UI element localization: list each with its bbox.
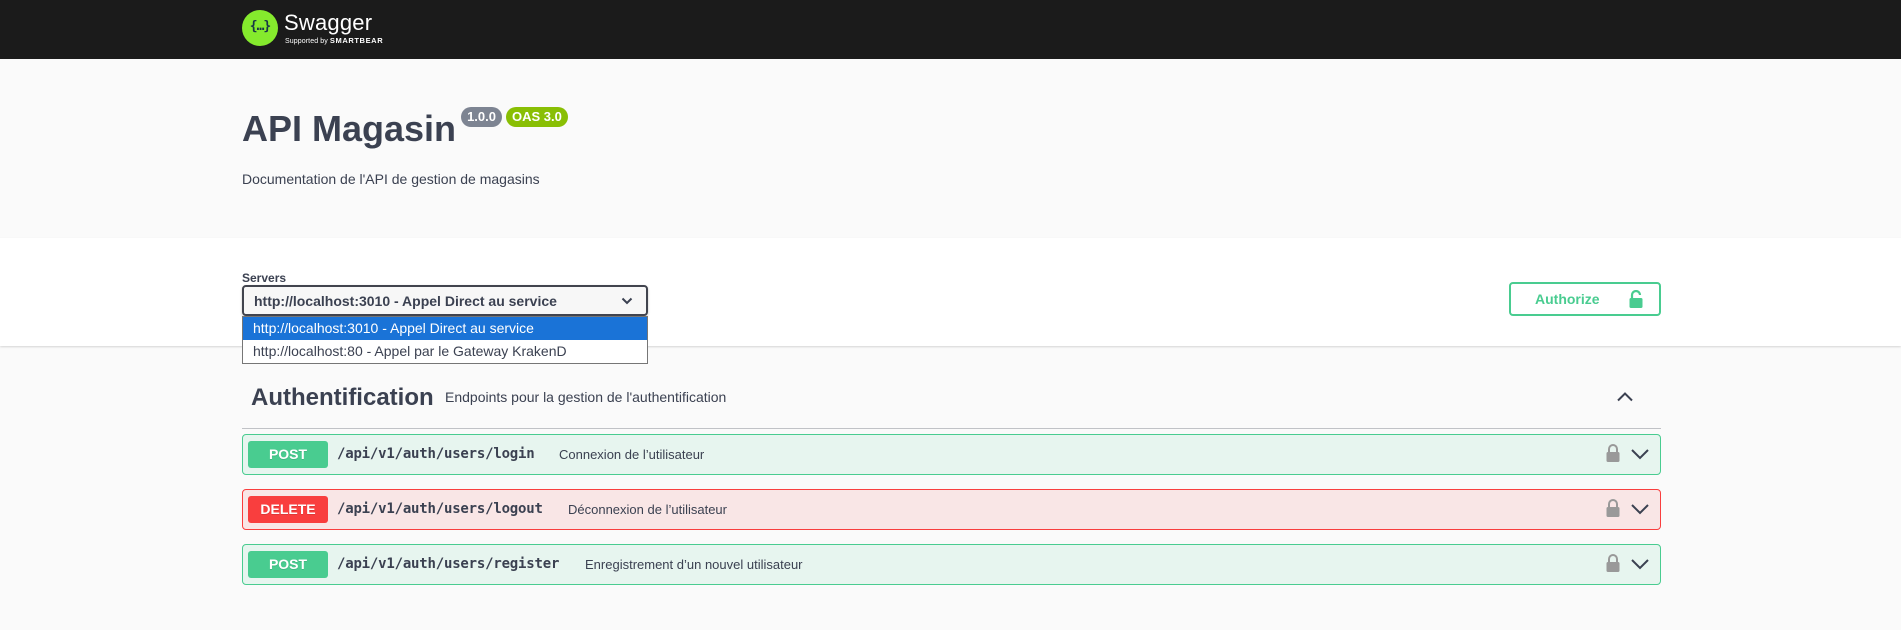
title-row: API Magasin 1.0.0 OAS 3.0 [242, 107, 568, 151]
unlocked-icon [1629, 289, 1643, 311]
chevron-down-icon[interactable] [1630, 556, 1650, 577]
logo-name: Swagger [284, 10, 373, 35]
api-description: Documentation de l'API de gestion de mag… [242, 171, 540, 187]
logo-subtitle: Supported by SMARTBEAR [285, 37, 383, 46]
logo-text: Swagger Supported by SMARTBEAR [284, 10, 383, 46]
api-info: API Magasin 1.0.0 OAS 3.0 Documentation … [0, 59, 1901, 238]
authorize-label: Authorize [1535, 291, 1600, 307]
operation-path: /api/v1/auth/users/register [337, 556, 560, 572]
chevron-down-icon [620, 294, 634, 311]
operation-register[interactable]: POST /api/v1/auth/users/register Enregis… [242, 544, 1661, 585]
logo-sub-prefix: Supported by [285, 38, 328, 45]
tag-section-header[interactable]: Authentification Endpoints pour la gesti… [242, 375, 1661, 429]
method-badge: POST [248, 551, 328, 578]
operation-summary: Enregistrement d’un nouvel utilisateur [585, 557, 803, 572]
operation-logout[interactable]: DELETE /api/v1/auth/users/logout Déconne… [242, 489, 1661, 530]
server-option-2[interactable]: http://localhost:80 - Appel par le Gatew… [243, 340, 647, 363]
tag-description: Endpoints pour la gestion de l'authentif… [445, 389, 727, 405]
operation-summary: Déconnexion de l’utilisateur [568, 502, 727, 517]
operation-path: /api/v1/auth/users/login [337, 446, 535, 462]
tag-name: Authentification [251, 384, 434, 411]
chevron-up-icon[interactable] [1615, 387, 1635, 412]
topbar: {…} Swagger Supported by SMARTBEAR [0, 0, 1901, 59]
api-title: API Magasin [242, 108, 457, 149]
oas-badge: OAS 3.0 [505, 107, 568, 127]
chevron-down-icon[interactable] [1630, 501, 1650, 522]
chevron-down-icon[interactable] [1630, 446, 1650, 467]
operation-path: /api/v1/auth/users/logout [337, 501, 543, 517]
server-dropdown-list[interactable]: http://localhost:3010 - Appel Direct au … [242, 316, 648, 364]
version-badge: 1.0.0 [461, 107, 502, 127]
lock-icon[interactable] [1606, 498, 1620, 523]
swagger-logo-icon: {…} [242, 10, 278, 46]
swagger-logo[interactable]: {…} Swagger Supported by SMARTBEAR [242, 10, 383, 46]
operation-summary: Connexion de l’utilisateur [559, 447, 705, 462]
method-badge: DELETE [248, 496, 328, 523]
lock-icon[interactable] [1606, 553, 1620, 578]
operation-login[interactable]: POST /api/v1/auth/users/login Connexion … [242, 434, 1661, 475]
swagger-logo-glyph: {…} [249, 19, 271, 34]
method-badge: POST [248, 441, 328, 468]
lock-icon[interactable] [1606, 443, 1620, 468]
server-select-value: http://localhost:3010 - Appel Direct au … [254, 293, 557, 309]
authorize-button[interactable]: Authorize [1509, 282, 1661, 316]
server-option-1[interactable]: http://localhost:3010 - Appel Direct au … [243, 317, 647, 340]
servers-label: Servers [242, 271, 287, 285]
server-select[interactable]: http://localhost:3010 - Appel Direct au … [242, 285, 648, 316]
logo-sub-brand: SMARTBEAR [329, 36, 384, 45]
